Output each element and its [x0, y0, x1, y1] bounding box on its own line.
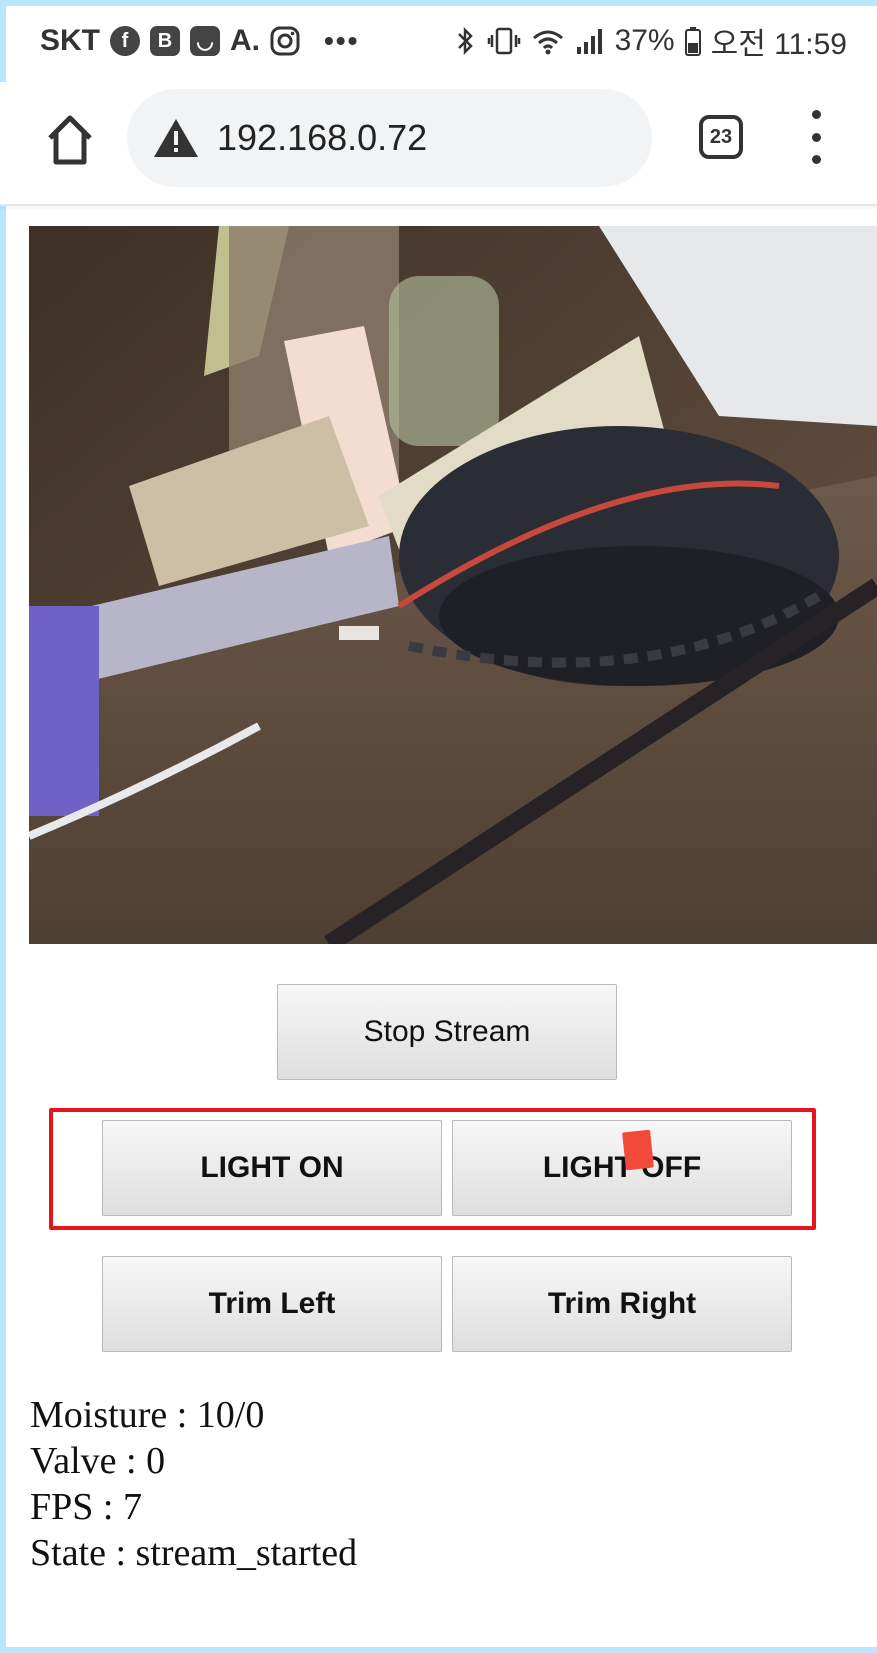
status-left: SKT f B ◡ A. •••	[40, 24, 359, 58]
stop-stream-button[interactable]: Stop Stream	[277, 984, 617, 1080]
address-bar[interactable]: 192.168.0.72	[127, 89, 652, 187]
wifi-icon	[532, 30, 563, 55]
status-bar: SKT f B ◡ A. ••• 37% 오전 11:59	[0, 0, 877, 82]
telemetry-panel: Moisture : 10/0 Valve : 0 FPS : 7 State …	[30, 1392, 357, 1576]
warning-icon[interactable]	[153, 117, 199, 159]
b-app-icon: B	[150, 26, 180, 56]
state-readout: State : stream_started	[30, 1532, 358, 1574]
vibrate-icon	[487, 27, 520, 55]
camera-stream	[29, 226, 877, 944]
touch-marker	[622, 1129, 654, 1171]
more-notifications-icon: •••	[324, 25, 360, 56]
signal-icon	[576, 29, 602, 54]
camera-frame-image	[29, 226, 877, 944]
home-icon[interactable]	[40, 110, 100, 170]
carrier-label: SKT	[40, 24, 100, 57]
fps-readout: FPS : 7	[30, 1486, 142, 1528]
url-text[interactable]: 192.168.0.72	[217, 117, 427, 159]
battery-percent: 37%	[614, 24, 675, 57]
facebook-icon: f	[110, 26, 140, 56]
light-on-button[interactable]: LIGHT ON	[102, 1120, 442, 1216]
trim-right-button[interactable]: Trim Right	[452, 1256, 792, 1352]
tab-switcher-button[interactable]: 23	[699, 115, 743, 159]
valve-readout: Valve : 0	[30, 1440, 166, 1482]
more-menu-icon[interactable]	[804, 110, 828, 164]
bluetooth-icon	[457, 26, 473, 56]
moisture-readout: Moisture : 10/0	[30, 1394, 265, 1436]
clock: 오전 11:59	[710, 28, 847, 61]
browser-toolbar: 192.168.0.72 23	[0, 82, 877, 206]
shopping-bag-icon: ◡	[190, 26, 220, 56]
status-right: 37% 오전 11:59	[455, 19, 847, 63]
trim-left-button[interactable]: Trim Left	[102, 1256, 442, 1352]
instagram-icon	[270, 26, 300, 56]
battery-icon	[684, 27, 701, 56]
a-app-icon: A.	[230, 24, 260, 57]
